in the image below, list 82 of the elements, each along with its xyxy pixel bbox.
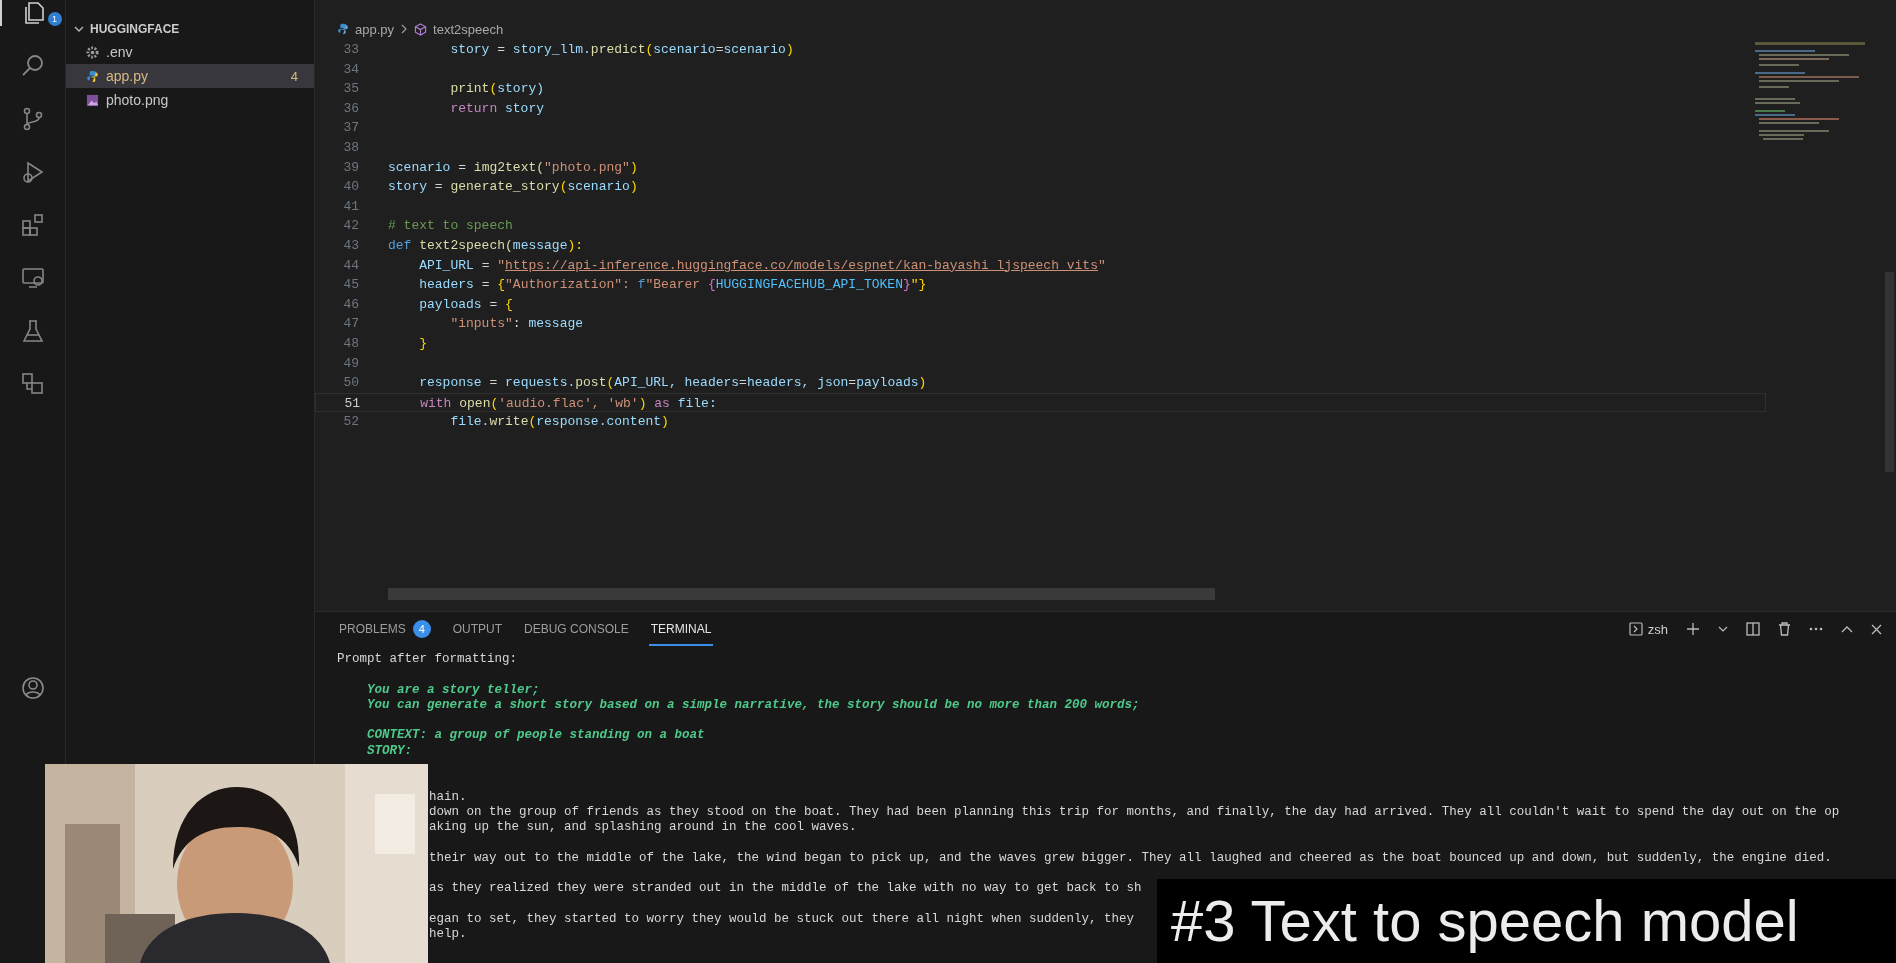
line-number: 37 (342, 119, 359, 138)
terminal-line: STORY: (367, 743, 413, 760)
code-line: payloads = { (418, 295, 513, 314)
count-badge: 4 (412, 620, 431, 638)
terminal-line: egan to set, they started to worry they would be stuck out there all night when suddenly, they (429, 912, 1136, 928)
line-number: 36 (342, 99, 359, 118)
panel-tab[interactable]: OUTPUT (450, 612, 505, 646)
folder-name: HUGGINGFACE (90, 22, 180, 36)
problem-count: 4 (290, 68, 298, 84)
terminal-line: Prompt after formatting: (337, 652, 519, 668)
python-icon (337, 23, 349, 35)
terminal-line: as they realized they were stranded out in the middle of the lake with no way to get back to sh (429, 881, 1143, 897)
line-number: 34 (342, 60, 359, 79)
line-number: 33 (342, 41, 359, 59)
code-line: def text2speech(message): (388, 236, 584, 255)
line-number: 35 (342, 80, 359, 99)
code-line: headers = {"Authorization": f"Bearer {HUGGINGFACEHUB_API_TOKEN}"} (418, 276, 927, 295)
python-icon (86, 69, 99, 83)
line-number: 40 (342, 178, 359, 197)
terminal-selector[interactable]: zsh (1628, 621, 1668, 637)
close-icon[interactable] (1871, 623, 1882, 635)
code-line: return story (449, 99, 545, 118)
plus-icon[interactable] (1686, 622, 1700, 636)
image-icon (86, 93, 99, 107)
folder-row[interactable]: HUGGINGFACE (66, 18, 314, 40)
line-number: 43 (342, 236, 359, 255)
terminal-line: You can generate a short story based on a simple narrative, the story should be no more than 200 words; (367, 697, 1141, 714)
chevron-right-icon (400, 24, 409, 34)
code-line: "inputs": message (449, 315, 584, 334)
file-item[interactable]: photo.png (66, 88, 314, 112)
code-line: # text to speech (388, 217, 513, 236)
terminal-line: CONTEXT: a group of people standing on a boat (367, 728, 706, 744)
line-number: 39 (342, 158, 359, 177)
terminal-icon (1628, 622, 1643, 636)
line-number: 50 (342, 374, 359, 393)
line-number: 42 (342, 217, 359, 236)
terminal-line: aking up the sun, and splashing around in the cool waves. (429, 820, 858, 836)
account-icon[interactable] (19, 675, 46, 701)
code-line: scenario = img2text("photo.png") (388, 158, 638, 177)
notification-badge: 1 (47, 12, 62, 26)
more-icon[interactable] (1809, 627, 1823, 631)
terminal-line: their way out to the middle of the lake, the wind began to pick up, and the waves grew bigger. They all laughed and cheered as the boat bounced up and down, but suddenly, the engine died. (429, 850, 1833, 867)
line-number: 51 (343, 394, 360, 412)
panel-tab[interactable]: PROBLEMS 4 (337, 612, 433, 646)
code-line: API_URL = "https://api-inference.huggingface.co/models/espnet/kan-bayashi_ljspeech_vits" (418, 256, 1106, 275)
line-number: 41 (342, 197, 359, 216)
code-line: } (418, 334, 427, 353)
line-number: 47 (342, 315, 359, 334)
panel-tab[interactable]: DEBUG CONSOLE (522, 612, 631, 646)
line-number: 52 (342, 413, 359, 432)
chevron-up-icon[interactable] (1841, 625, 1853, 633)
line-number: 49 (342, 354, 359, 373)
terminal-line: You are a story teller; (367, 682, 541, 698)
code-line: file.write(response.content) (449, 413, 669, 432)
cube-icon (414, 22, 428, 36)
breadcrumb-item[interactable]: app.py (355, 21, 395, 37)
file-item[interactable]: app.py 4 (66, 64, 314, 88)
file-item[interactable]: .env (66, 40, 314, 64)
terminal-line: down on the group of friends as they stood on the boat. They had been planning this trip for months, and finally, the day had arrived. They all couldn't wait to spend the day out on the op (429, 804, 1841, 821)
blocks-icon[interactable] (19, 371, 46, 397)
breadcrumb-item[interactable]: text2speech (433, 21, 504, 37)
terminal-line: help. (429, 927, 468, 943)
video-caption: #3 Text to speech model (1157, 879, 1896, 963)
chevron-down-icon[interactable] (1718, 624, 1728, 634)
split-icon[interactable] (1746, 622, 1760, 636)
code-line: response = requests.post(API_URL, headers=headers, json=payloads) (418, 374, 927, 393)
line-number: 48 (342, 334, 359, 353)
horizontal-scrollbar[interactable] (388, 588, 1215, 600)
extensions-icon[interactable] (19, 212, 46, 238)
code-line: story = generate_story(scenario) (388, 178, 638, 197)
line-number: 46 (342, 295, 359, 314)
terminal-line: hain. (429, 789, 468, 805)
code-line: story = story_llm.predict(scenario=scenario) (449, 41, 794, 59)
line-number: 45 (342, 276, 359, 295)
line-number: 44 (342, 256, 359, 275)
panel-tab[interactable]: TERMINAL (648, 612, 714, 646)
remote-explorer-icon[interactable] (19, 265, 46, 291)
gear-icon (86, 45, 99, 59)
line-number: 38 (342, 138, 359, 157)
code-line: with open('audio.flac', 'wb') as file: (419, 394, 717, 412)
trash-icon[interactable] (1778, 622, 1791, 636)
code-line: print(story) (449, 80, 545, 99)
